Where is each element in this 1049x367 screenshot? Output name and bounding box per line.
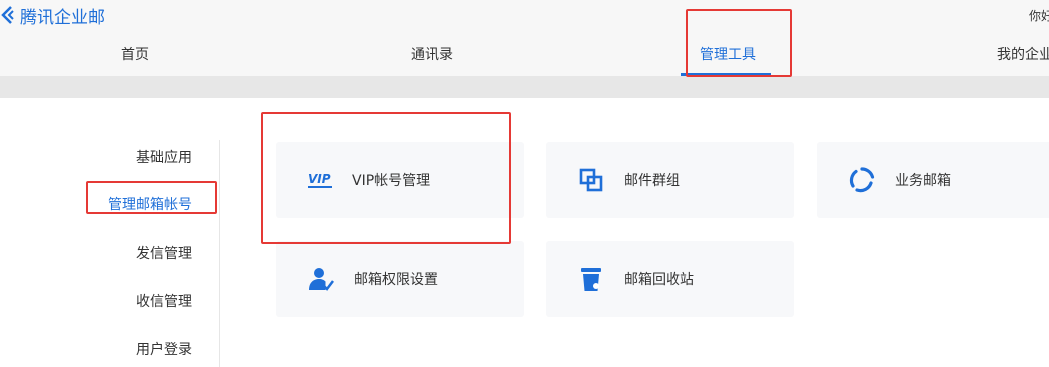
nav-divider <box>0 76 1049 98</box>
nav-tab-home[interactable]: 首页 <box>121 44 149 64</box>
mailbox-permission-label: 邮箱权限设置 <box>354 272 438 288</box>
brand-name: 腾讯企业邮 <box>20 7 105 28</box>
sidebar-item-receiving-management[interactable]: 收信管理 <box>136 291 192 311</box>
business-mailbox-icon <box>847 165 877 195</box>
mailbox-recycle-card[interactable]: 邮箱回收站 <box>546 241 794 317</box>
business-mailbox-card[interactable]: 业务邮箱 <box>817 142 1049 218</box>
highlight-box-nav <box>686 9 792 77</box>
mail-group-card[interactable]: 邮件群组 <box>546 142 794 218</box>
nav-tab-contacts[interactable]: 通讯录 <box>411 44 453 64</box>
mailbox-recycle-label: 邮箱回收站 <box>624 272 694 288</box>
top-bar: 腾讯企业邮 你好 <box>0 0 1049 32</box>
highlight-box-sidebar <box>86 181 217 214</box>
group-icon <box>576 165 606 195</box>
brand-logo[interactable]: 腾讯企业邮 <box>0 3 105 28</box>
recycle-bin-icon <box>576 264 606 294</box>
mailbox-permission-card[interactable]: 邮箱权限设置 <box>276 241 524 317</box>
sidebar-item-user-login[interactable]: 用户登录 <box>136 339 192 359</box>
nav-tab-my-company[interactable]: 我的企业 <box>997 44 1049 64</box>
business-mailbox-label: 业务邮箱 <box>895 173 951 189</box>
sidebar-item-basic-apps[interactable]: 基础应用 <box>136 147 192 167</box>
brand-logo-icon <box>1 6 14 24</box>
main-nav: 首页 通讯录 管理工具 我的企业 <box>0 32 1049 76</box>
sidebar-divider <box>219 140 220 367</box>
permission-icon <box>306 264 336 294</box>
highlight-box-vip-card <box>261 112 511 244</box>
sidebar-item-sending-management[interactable]: 发信管理 <box>136 243 192 263</box>
mail-group-label: 邮件群组 <box>624 173 680 189</box>
user-greeting: 你好 <box>1029 9 1049 23</box>
